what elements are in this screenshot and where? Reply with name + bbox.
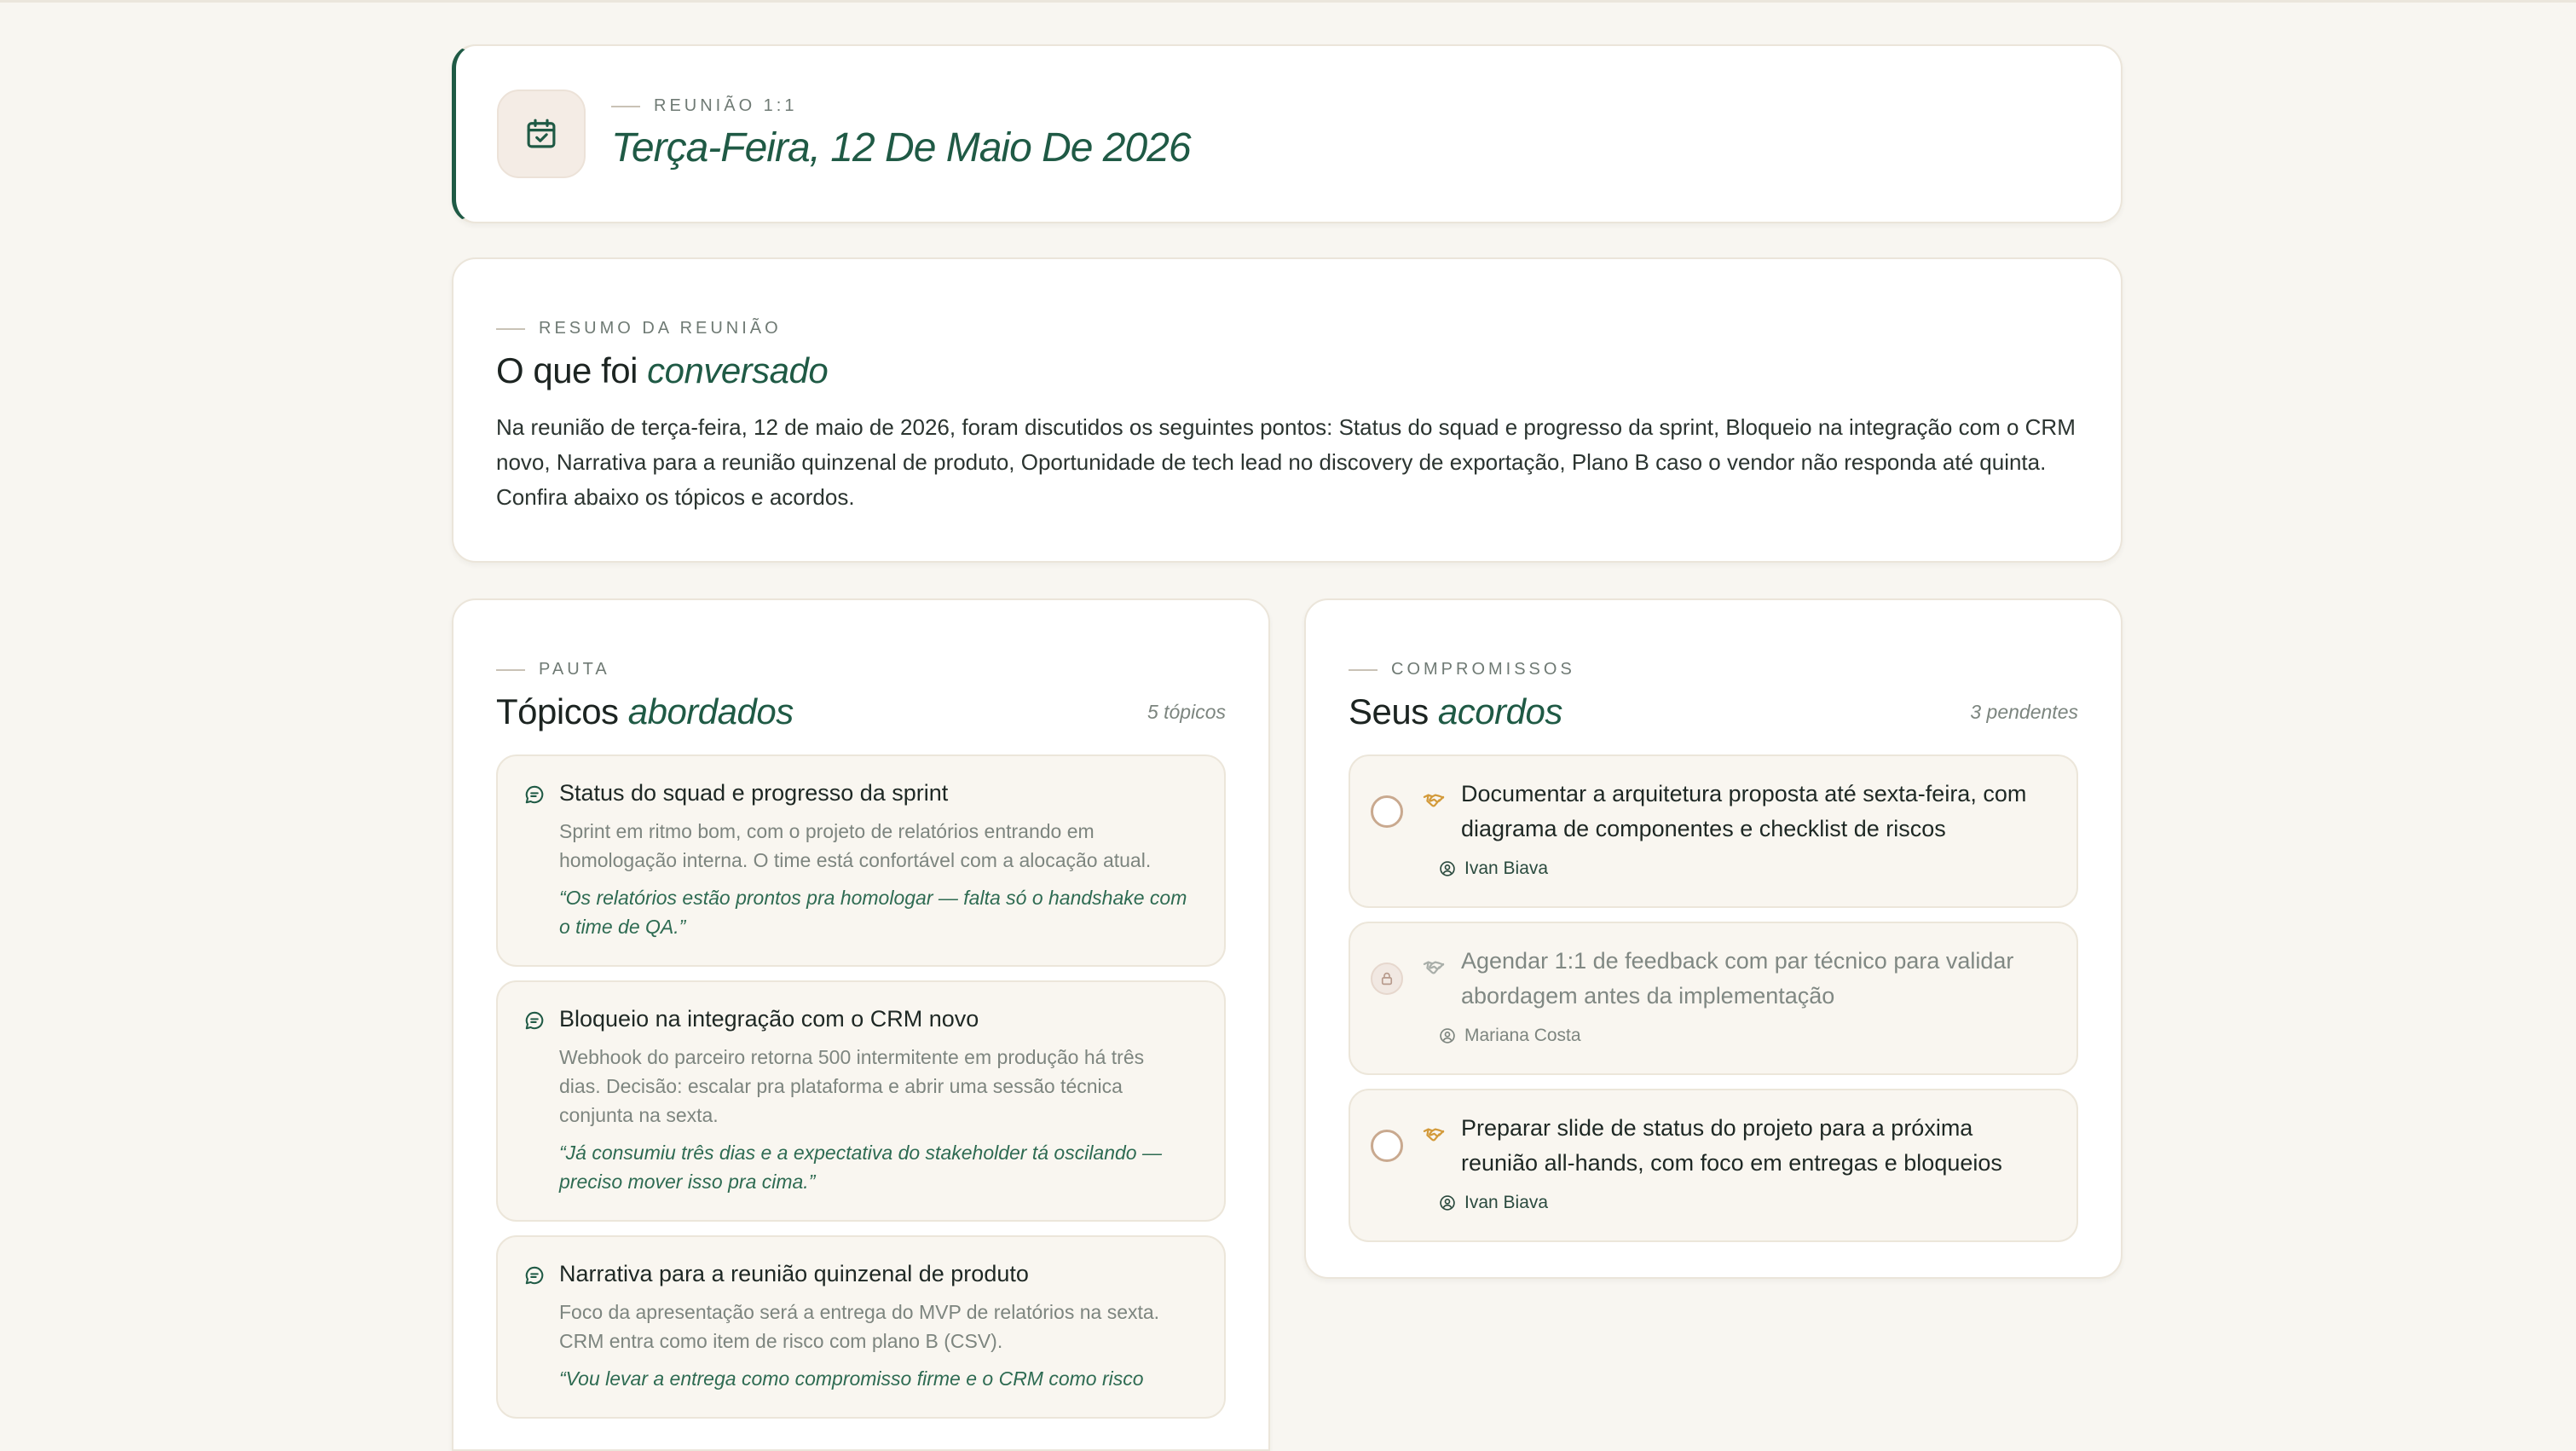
- page-container: REUNIÃO 1:1 Terça-Feira, 12 De Maio De 2…: [452, 44, 2123, 1451]
- calendar-badge: [497, 90, 586, 178]
- commitment-owner: Mariana Costa: [1439, 1026, 2051, 1046]
- commitment-checkbox[interactable]: [1371, 795, 1403, 828]
- user-circle-icon: [1440, 1028, 1455, 1043]
- commitment-owner: Ivan Biava: [1439, 858, 2051, 879]
- topic-title: Narrativa para a reunião quinzenal de pr…: [559, 1261, 1029, 1286]
- topic-title: Bloqueio na integração com o CRM novo: [559, 1006, 979, 1032]
- summary-text: Na reunião de terça-feira, 12 de maio de…: [496, 414, 2076, 510]
- commitment-title: Preparar slide de status do projeto para…: [1461, 1115, 2002, 1176]
- topic-description: Webhook do parceiro retorna 500 intermit…: [559, 1046, 1145, 1126]
- commitment-item: Agendar 1:1 de feedback com par técnico …: [1349, 922, 2078, 1075]
- agenda-card: PAUTA Tópicos abordados 5 tópicos Status…: [452, 598, 1270, 1451]
- chat-bubble-icon: [525, 1011, 544, 1030]
- summary-eyebrow: RESUMO DA REUNIÃO: [496, 319, 2078, 338]
- topic-description: Foco da apresentação será a entrega do M…: [559, 1301, 1160, 1352]
- pending-count: 3 pendentes: [1970, 701, 2078, 723]
- user-circle-icon: [1440, 1195, 1455, 1211]
- commitments-eyebrow: COMPROMISSOS: [1349, 660, 2078, 679]
- handshake-icon: [1423, 794, 1445, 807]
- topic-quote: “Os relatórios estão prontos pra homolog…: [559, 887, 1187, 938]
- summary-card: RESUMO DA REUNIÃO O que foi conversado N…: [452, 257, 2123, 563]
- meeting-header-card: REUNIÃO 1:1 Terça-Feira, 12 De Maio De 2…: [452, 44, 2123, 223]
- handshake-icon: [1423, 1128, 1445, 1142]
- commitment-item: Documentar a arquitetura proposta até se…: [1349, 754, 2078, 908]
- top-divider: [0, 0, 2576, 3]
- topic-item[interactable]: Status do squad e progresso da sprint Sp…: [496, 754, 1226, 967]
- topic-item[interactable]: Bloqueio na integração com o CRM novo We…: [496, 980, 1226, 1222]
- meeting-date-title: Terça-Feira, 12 De Maio De 2026: [611, 125, 1192, 171]
- commitment-checkbox[interactable]: [1371, 1130, 1403, 1162]
- topic-quote: “Vou levar a entrega como compromisso fi…: [559, 1367, 1144, 1390]
- topic-count: 5 tópicos: [1146, 701, 1226, 723]
- commitment-title: Documentar a arquitetura proposta até se…: [1461, 781, 2027, 841]
- summary-title: O que foi conversado: [496, 350, 829, 390]
- chat-bubble-icon: [525, 1266, 544, 1285]
- lock-icon: [1381, 972, 1393, 986]
- commitment-item: Preparar slide de status do projeto para…: [1349, 1089, 2078, 1242]
- agenda-eyebrow: PAUTA: [496, 660, 1226, 679]
- commitment-locked-badge: [1371, 963, 1403, 995]
- calendar-check-icon: [527, 119, 556, 148]
- topic-quote: “Já consumiu três dias e a expectativa d…: [559, 1142, 1162, 1193]
- commitment-title: Agendar 1:1 de feedback com par técnico …: [1461, 948, 2014, 1009]
- commitments-title: Seus acordos: [1349, 691, 1562, 731]
- commitment-owner: Ivan Biava: [1439, 1193, 2051, 1213]
- chat-bubble-icon: [525, 785, 544, 804]
- topic-description: Sprint em ritmo bom, com o projeto de re…: [559, 820, 1152, 871]
- topic-title: Status do squad e progresso da sprint: [559, 780, 949, 806]
- agenda-title: Tópicos abordados: [496, 691, 794, 731]
- topic-item[interactable]: Narrativa para a reunião quinzenal de pr…: [496, 1235, 1226, 1419]
- handshake-icon: [1423, 961, 1445, 974]
- user-circle-icon: [1440, 861, 1455, 876]
- meeting-type-eyebrow: REUNIÃO 1:1: [611, 96, 1191, 116]
- commitments-card: COMPROMISSOS Seus acordos 3 pendentes Do…: [1304, 598, 2123, 1279]
